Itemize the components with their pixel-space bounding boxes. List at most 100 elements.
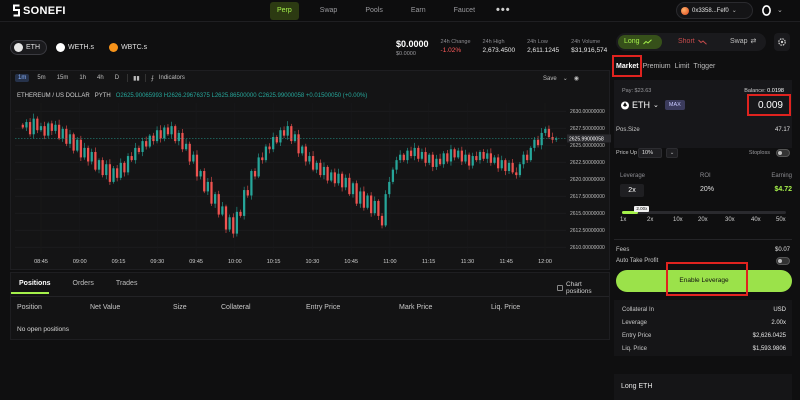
tab-short[interactable]: Short xyxy=(672,35,713,49)
slider-tick[interactable]: 30x xyxy=(725,217,735,223)
nav-swap[interactable]: Swap xyxy=(313,2,345,20)
positions-panel: Positions Orders Trades Chart positions … xyxy=(10,272,610,340)
candle-body xyxy=(264,146,268,161)
col-collateral: Collateral xyxy=(221,304,251,311)
token-label: WETH.s xyxy=(68,44,95,51)
chevron-down-icon[interactable]: ⌄ xyxy=(666,148,678,158)
price-value: $0.0000 xyxy=(396,39,429,49)
token-tab-eth[interactable]: ETH xyxy=(10,40,47,55)
timeframe-d[interactable]: D xyxy=(112,74,122,82)
network-icon[interactable] xyxy=(761,4,772,17)
checkbox[interactable] xyxy=(557,285,563,291)
price-sub: $0.0000 xyxy=(396,51,416,57)
candle-body xyxy=(388,181,391,195)
candle-body xyxy=(228,217,231,230)
col-mark-price: Mark Price xyxy=(399,304,433,311)
nav-perp[interactable]: Perp xyxy=(270,2,299,20)
tab-label: Swap xyxy=(730,38,748,45)
tab-swap[interactable]: Swap ⇄ xyxy=(724,35,762,49)
candle-body xyxy=(489,153,492,163)
chevron-down-icon[interactable]: ⌄ xyxy=(563,75,568,82)
tab-premium[interactable]: Premium xyxy=(643,63,671,70)
candle-body xyxy=(116,168,119,178)
candle-body xyxy=(515,172,518,176)
summary-value: USD xyxy=(773,307,786,313)
tab-trades[interactable]: Trades xyxy=(116,280,138,287)
tab-long[interactable]: Long xyxy=(618,35,662,49)
candle-body xyxy=(221,206,224,215)
col-size: Size xyxy=(173,304,187,311)
gear-icon xyxy=(778,38,786,46)
candle-body xyxy=(380,215,384,226)
brand-logo[interactable]: SONEFI xyxy=(12,4,66,17)
timeframe-15m[interactable]: 15m xyxy=(54,74,72,82)
tab-trigger[interactable]: Trigger xyxy=(693,63,715,70)
settings-button[interactable] xyxy=(774,33,790,51)
candle-body xyxy=(344,177,347,188)
candle-body xyxy=(90,151,93,162)
candle-body xyxy=(395,160,398,170)
leverage-value-button[interactable]: 2x xyxy=(620,184,644,197)
slider-tick[interactable]: 10x xyxy=(673,217,683,223)
indicators-icon[interactable]: ⨍ xyxy=(151,75,154,82)
timeframe-4h[interactable]: 4h xyxy=(94,74,107,82)
candle-body xyxy=(384,194,387,226)
stoploss-toggle[interactable] xyxy=(776,149,790,157)
timeframe-1m[interactable]: 1m xyxy=(15,74,30,82)
candle-body xyxy=(141,141,144,152)
timeframe-5m[interactable]: 5m xyxy=(34,74,48,82)
chart-positions-toggle[interactable]: Chart positions xyxy=(557,281,609,295)
tab-orders[interactable]: Orders xyxy=(73,280,94,287)
candle-body xyxy=(460,150,463,162)
slider-tick[interactable]: 40x xyxy=(751,217,761,223)
wallet-button[interactable]: 0x3358...Fef0 ⌄ xyxy=(676,2,753,19)
candle-type-icon[interactable]: ▮▮ xyxy=(133,75,140,82)
max-button[interactable]: MAX xyxy=(664,100,685,110)
more-menu-icon[interactable]: ••• xyxy=(496,4,511,16)
price-chart-panel: 2630.00000000 2627.50000000 2625.00000000 2… xyxy=(10,70,611,314)
camera-icon[interactable]: ◉ xyxy=(574,75,579,82)
tab-positions[interactable]: Positions xyxy=(19,280,51,287)
candle-body xyxy=(21,124,24,128)
token-tab-wbtc[interactable]: WBTC.s xyxy=(106,40,153,55)
slider-tick[interactable]: 20x xyxy=(698,217,708,223)
summary-value: $1,593.9806 xyxy=(752,346,786,352)
candle-body xyxy=(297,134,300,154)
token-tab-weth[interactable]: WETH.s xyxy=(53,40,100,55)
slider-tick[interactable]: 50x xyxy=(776,217,786,223)
x-tick-label: 09:45 xyxy=(189,259,203,265)
candle-body xyxy=(166,127,170,135)
candle-body xyxy=(126,156,130,173)
auto-take-profit-toggle[interactable] xyxy=(776,257,790,265)
nav-pools[interactable]: Pools xyxy=(358,2,390,20)
indicators-button[interactable]: Indicators xyxy=(159,75,185,81)
nav-faucet[interactable]: Faucet xyxy=(447,2,482,20)
candle-body xyxy=(457,150,460,158)
slider-tick[interactable]: 1x xyxy=(620,217,626,223)
candle-body xyxy=(453,149,456,158)
candlestick-chart[interactable]: 2630.000000002627.500000002625.000000002… xyxy=(11,71,611,271)
candle-body xyxy=(177,132,180,142)
candle-body xyxy=(65,128,68,144)
candle-body xyxy=(97,160,101,170)
main-nav: Perp Swap Pools Earn Faucet xyxy=(270,2,496,20)
x-tick-label: 09:30 xyxy=(150,259,164,265)
chart-positions-label: Chart positions xyxy=(565,281,592,295)
candle-body xyxy=(431,154,434,167)
nav-earn[interactable]: Earn xyxy=(404,2,433,20)
tab-limit[interactable]: Limit xyxy=(675,63,690,70)
save-button[interactable]: Save xyxy=(543,76,557,82)
candle-body xyxy=(293,134,297,142)
summary-label: Leverage xyxy=(622,320,648,326)
candle-body xyxy=(529,147,532,161)
asset-selector[interactable]: ETH ⌄ MAX xyxy=(621,100,685,110)
price-up-select[interactable]: 10% xyxy=(638,148,662,158)
y-tick-label: 2622.50000000 xyxy=(570,160,605,166)
slider-tick[interactable]: 2x xyxy=(647,217,653,223)
candle-body xyxy=(507,162,511,172)
summary-value: 2.00x xyxy=(771,320,786,326)
timeframe-1h[interactable]: 1h xyxy=(76,74,89,82)
account-chevron-icon[interactable]: ⌄ xyxy=(777,6,783,14)
candle-body xyxy=(105,164,108,176)
candle-body xyxy=(373,200,376,214)
